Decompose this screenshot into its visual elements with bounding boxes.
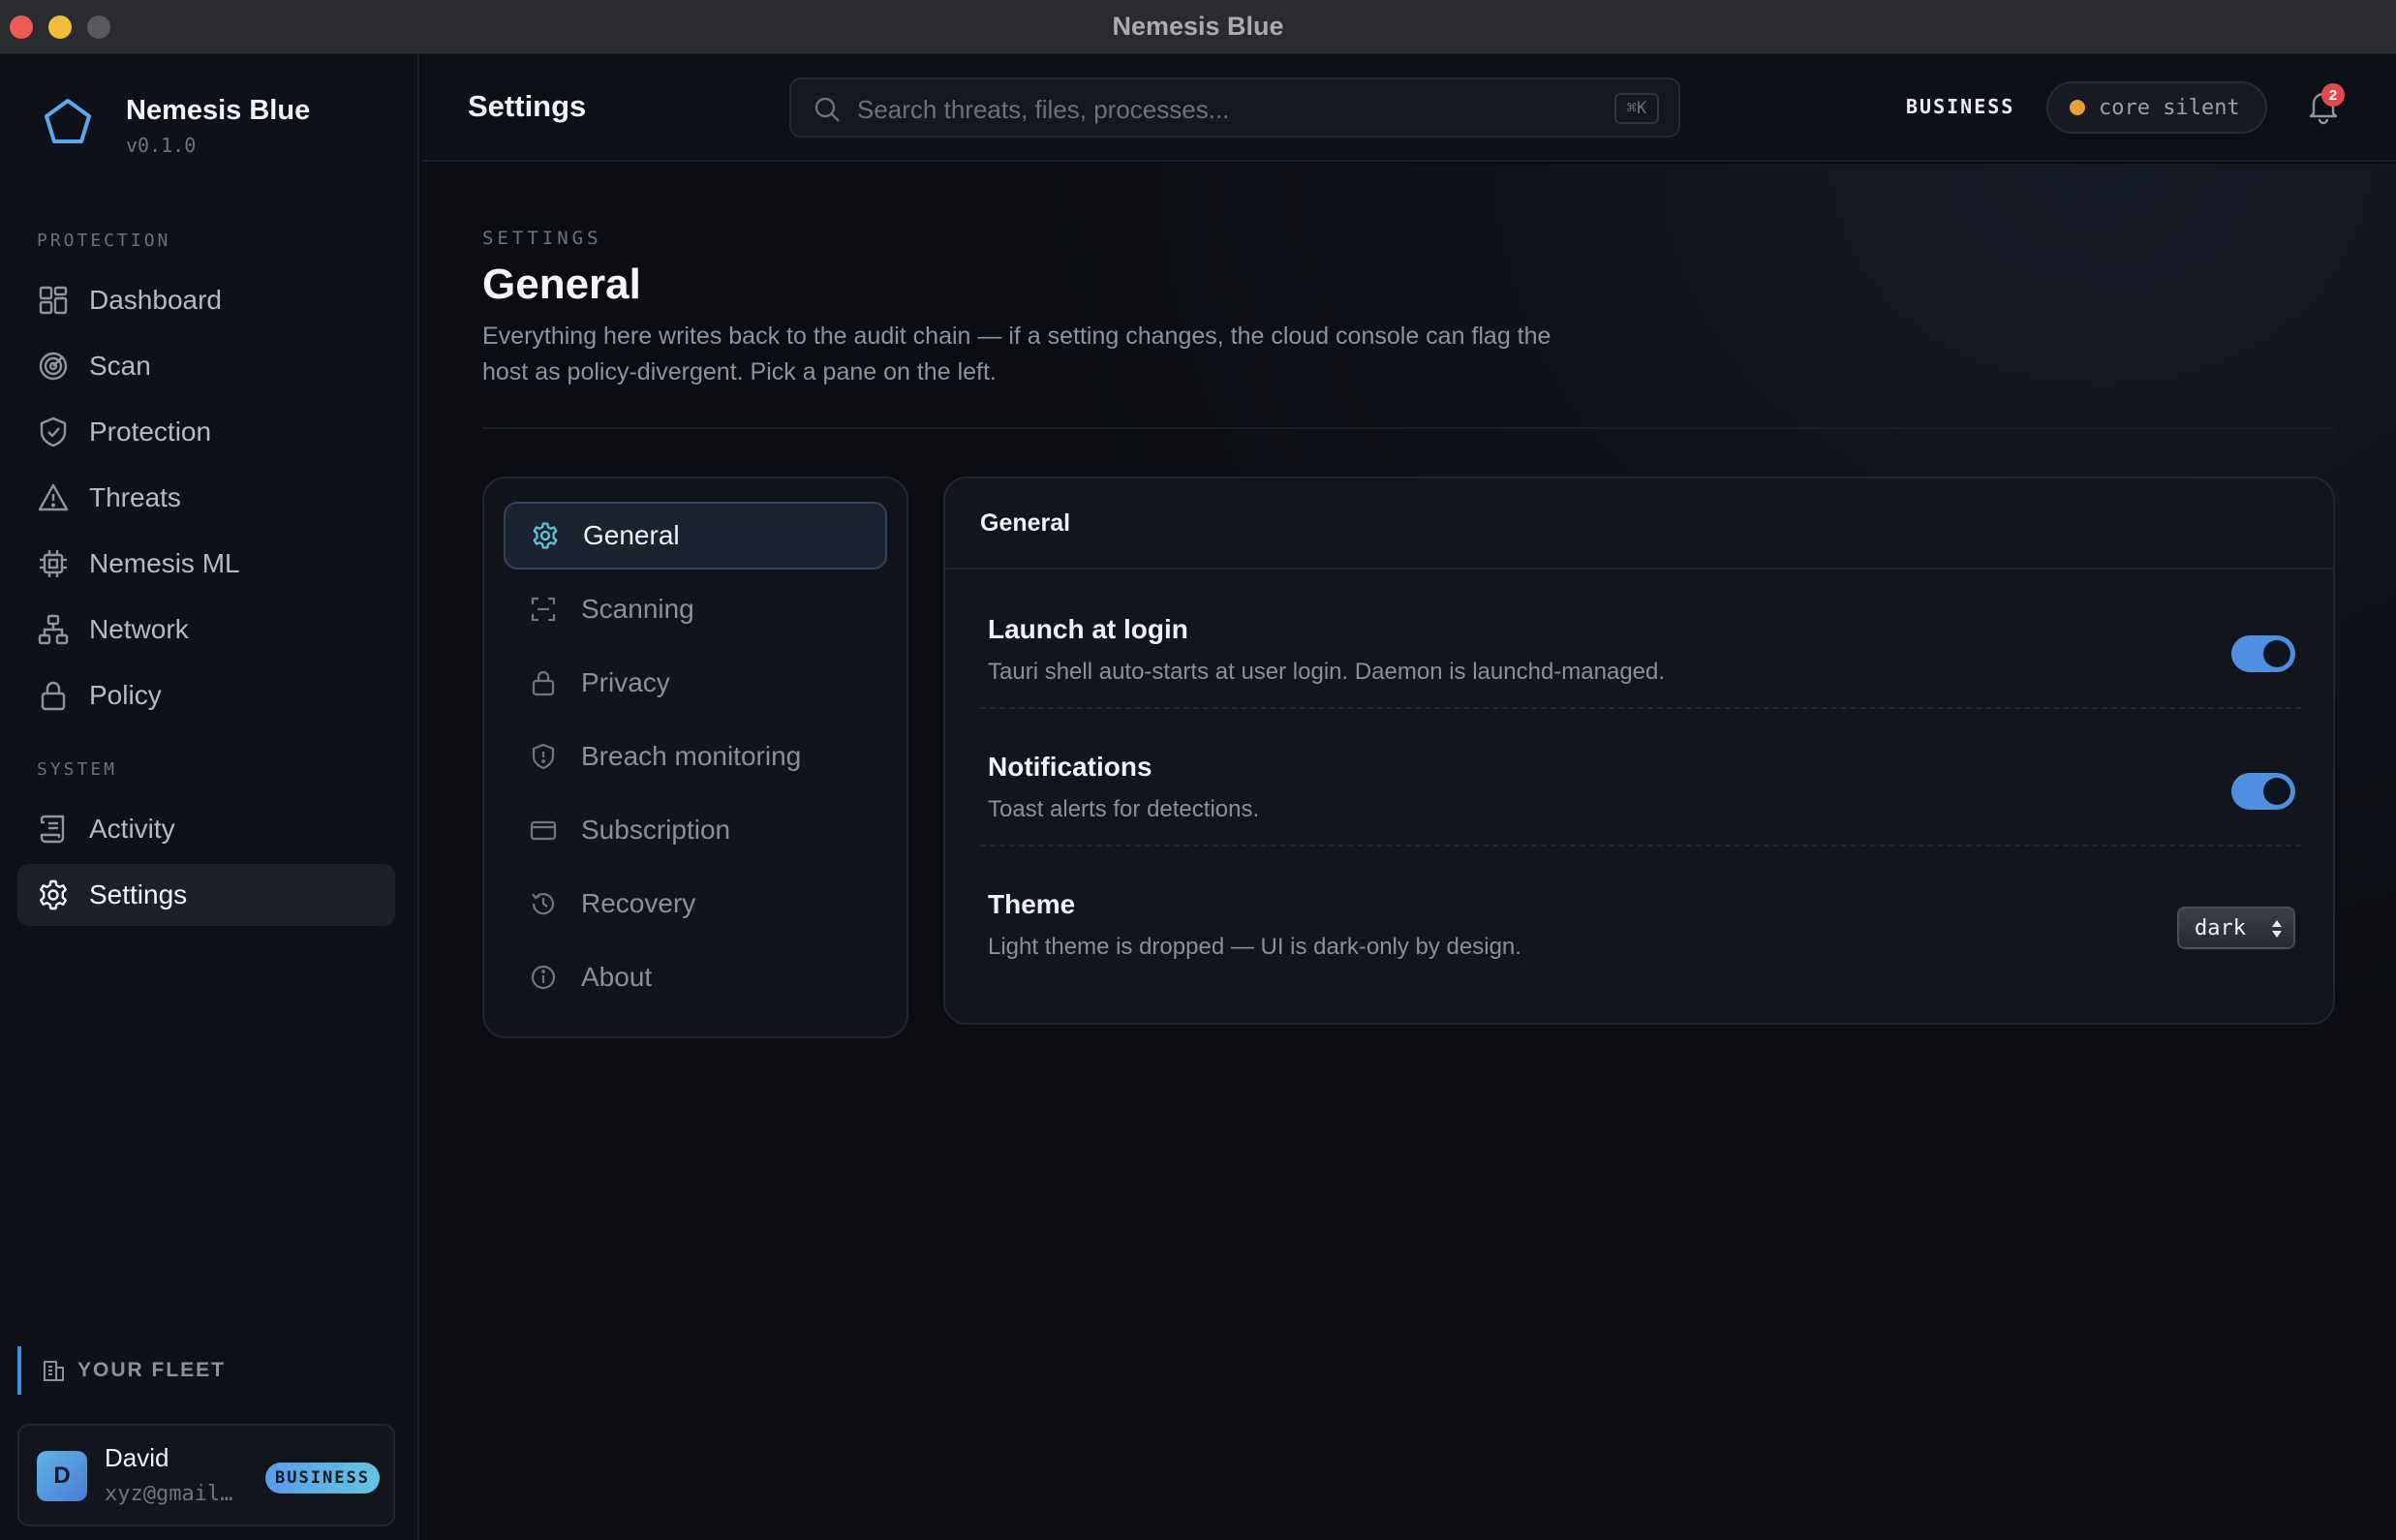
theme-select-value: dark — [2195, 915, 2246, 940]
sidebar-item-label: Scan — [89, 351, 151, 381]
sidebar-item-label: Settings — [89, 879, 188, 909]
panel-title: General — [945, 478, 2333, 570]
search-icon — [814, 97, 840, 122]
dashboard-icon — [39, 286, 68, 315]
info-icon — [531, 965, 556, 990]
pane-item-recovery[interactable]: Recovery — [504, 870, 887, 938]
divider — [482, 427, 2334, 429]
pane-item-label: Scanning — [581, 594, 694, 624]
page-header-title: Settings — [468, 89, 587, 123]
core-status-label: core silent — [2099, 95, 2240, 120]
core-status-pill[interactable]: core silent — [2046, 81, 2267, 134]
theme-select[interactable]: dark — [2177, 907, 2295, 949]
pane-item-label: Subscription — [581, 815, 731, 845]
sidebar-item-label: Dashboard — [89, 285, 222, 315]
brand-name: Nemesis Blue — [126, 95, 311, 126]
sidebar-item-settings[interactable]: Settings — [17, 864, 395, 926]
sidebar-item-label: Threats — [89, 482, 181, 512]
window-title: Nemesis Blue — [1112, 12, 1284, 41]
history-icon — [532, 893, 555, 915]
section-label-protection: PROTECTION — [37, 231, 171, 251]
toggle-knob — [2263, 778, 2290, 805]
notification-count-badge: 2 — [2321, 83, 2345, 107]
sidebar-item-policy[interactable]: Policy — [17, 664, 395, 726]
gear-icon — [533, 522, 558, 549]
notifications-toggle[interactable] — [2231, 773, 2295, 810]
setting-row-notifications: Notifications Toast alerts for detection… — [980, 709, 2301, 847]
lock-icon — [532, 670, 555, 696]
page-title: General — [482, 261, 641, 308]
user-card[interactable]: D David xyz@gmail… BUSINESS — [17, 1424, 395, 1526]
pane-item-about[interactable]: About — [504, 943, 887, 1011]
sidebar-item-label: Network — [89, 614, 189, 644]
setting-row-launch-at-login: Launch at login Tauri shell auto-starts … — [980, 571, 2301, 709]
brand-version: v0.1.0 — [126, 134, 197, 157]
radar-icon — [39, 352, 68, 381]
your-fleet-link[interactable]: YOUR FLEET — [17, 1346, 226, 1395]
sidebar-item-threats[interactable]: Threats — [17, 467, 395, 529]
setting-title: Theme — [988, 889, 1076, 919]
section-label-system: SYSTEM — [37, 759, 118, 780]
credit-card-icon — [530, 820, 557, 841]
shield-alert-icon — [532, 743, 555, 770]
warning-icon — [38, 483, 69, 511]
pane-item-subscription[interactable]: Subscription — [504, 796, 887, 864]
gear-icon — [40, 879, 67, 910]
pane-item-label: General — [583, 520, 680, 550]
sidebar-item-dashboard[interactable]: Dashboard — [17, 269, 395, 331]
scroll-icon — [40, 815, 65, 844]
page-eyebrow: SETTINGS — [482, 228, 602, 249]
search-input[interactable]: Search threats, files, processes... ⌘K — [789, 77, 1680, 138]
sidebar-item-network[interactable]: Network — [17, 599, 395, 661]
setting-description: Light theme is dropped — UI is dark-only… — [988, 934, 1521, 960]
setting-description: Toast alerts for detections. — [988, 796, 1260, 822]
status-dot — [2070, 100, 2085, 115]
pane-item-general[interactable]: General — [504, 502, 887, 570]
pane-item-label: Breach monitoring — [581, 741, 802, 771]
scan-frame-icon — [531, 597, 556, 622]
pane-item-label: Privacy — [581, 667, 670, 697]
building-icon — [44, 1361, 64, 1381]
main-content: SETTINGS General Everything here writes … — [421, 164, 2396, 1540]
toggle-knob — [2263, 640, 2290, 667]
your-fleet-label: YOUR FLEET — [77, 1359, 227, 1381]
setting-title: Notifications — [988, 752, 1152, 782]
pentagon-logo-icon — [45, 99, 91, 143]
sidebar-item-protection[interactable]: Protection — [17, 401, 395, 463]
topbar: Settings Search threats, files, processe… — [421, 54, 2396, 162]
page-description: Everything here writes back to the audit… — [482, 323, 1551, 385]
pane-item-label: Recovery — [581, 888, 696, 918]
search-shortcut-hint: ⌘K — [1614, 93, 1659, 124]
pane-item-privacy[interactable]: Privacy — [504, 649, 887, 717]
sidebar-item-label: Protection — [89, 416, 212, 447]
user-email: xyz@gmail… — [105, 1482, 233, 1506]
lock-icon — [41, 681, 66, 711]
sidebar-item-label: Activity — [89, 814, 175, 844]
sidebar: Nemesis Blue v0.1.0 PROTECTION Dashboard… — [0, 54, 419, 1540]
sidebar-item-label: Nemesis ML — [89, 548, 240, 578]
setting-description: Tauri shell auto-starts at user login. D… — [988, 659, 1666, 685]
chip-icon — [40, 550, 67, 577]
launch-at-login-toggle[interactable] — [2231, 635, 2295, 672]
pane-item-scanning[interactable]: Scanning — [504, 575, 887, 643]
select-arrows-icon — [2272, 920, 2282, 938]
setting-title: Launch at login — [988, 614, 1188, 644]
general-settings-panel: General Launch at login Tauri shell auto… — [943, 477, 2335, 1025]
pane-item-label: About — [581, 962, 653, 992]
pane-item-breach-monitoring[interactable]: Breach monitoring — [504, 723, 887, 790]
window-titlebar: Nemesis Blue — [0, 0, 2396, 54]
search-placeholder: Search threats, files, processes... — [857, 95, 1230, 124]
user-name: David — [105, 1443, 169, 1472]
plan-label: BUSINESS — [1906, 95, 2015, 118]
sidebar-item-label: Policy — [89, 680, 162, 710]
setting-row-theme: Theme Light theme is dropped — UI is dar… — [980, 847, 2301, 984]
shield-check-icon — [40, 416, 67, 447]
network-icon — [38, 614, 69, 645]
settings-pane-nav: General Scanning Privacy Breach monitori… — [482, 477, 908, 1038]
sidebar-item-scan[interactable]: Scan — [17, 335, 395, 397]
plan-badge: BUSINESS — [265, 1463, 380, 1494]
sidebar-item-nemesis-ml[interactable]: Nemesis ML — [17, 533, 395, 595]
sidebar-item-activity[interactable]: Activity — [17, 798, 395, 860]
avatar: D — [37, 1451, 87, 1501]
